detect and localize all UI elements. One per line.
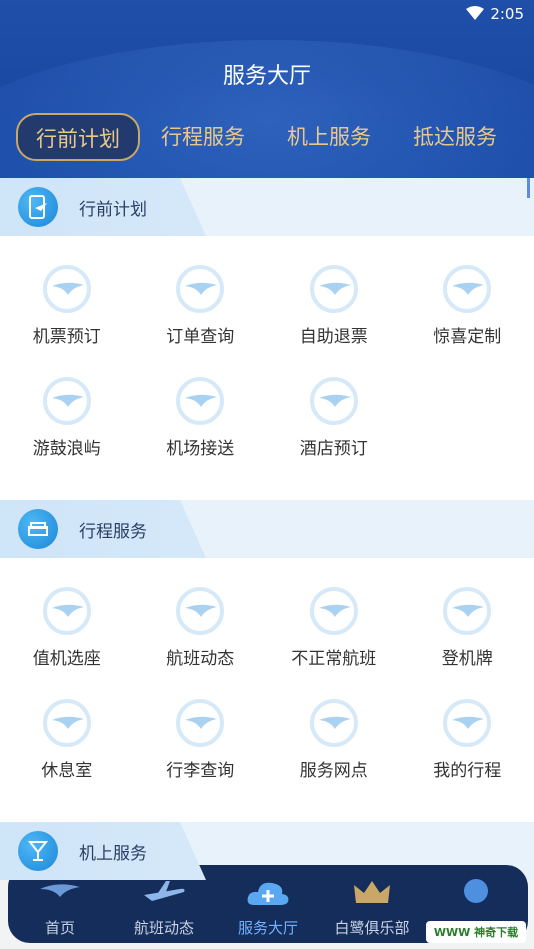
service-item-label: 登机牌 [441, 649, 493, 669]
service-item[interactable]: 行李查询 [134, 698, 268, 810]
service-item-label: 机场接送 [166, 439, 235, 459]
service-item[interactable]: 值机选座 [0, 586, 134, 698]
service-item[interactable]: 休息室 [0, 698, 134, 810]
service-item-label: 我的行程 [433, 761, 502, 781]
service-item[interactable]: 航班动态 [134, 586, 268, 698]
service-item[interactable]: 酒店预订 [267, 376, 401, 488]
egret-service-icon [42, 587, 91, 635]
service-item[interactable]: 机票预订 [0, 264, 134, 376]
service-item-label: 机票预订 [32, 327, 101, 347]
section-title: 机上服务 [79, 844, 147, 864]
egret-service-icon [176, 265, 225, 313]
egret-service-icon [443, 265, 492, 313]
tab-arrival[interactable]: 抵达服务 [392, 113, 518, 161]
watermark: WWW 神奇下载 [426, 921, 526, 943]
egret-service-icon [443, 699, 492, 747]
page-title: 服务大厅 [222, 64, 311, 89]
cloud-plus-icon [247, 882, 289, 905]
service-item[interactable]: 游鼓浪屿 [0, 376, 134, 488]
egret-service-icon [42, 699, 91, 747]
service-item[interactable]: 机场接送 [134, 376, 268, 488]
egret-service-icon [42, 265, 91, 313]
crown-icon [354, 881, 390, 903]
egret-logo-icon [40, 884, 80, 897]
section-title: 行前计划 [79, 200, 147, 220]
egret-service-icon [309, 265, 358, 313]
phone-plane-icon [18, 187, 58, 227]
nav-egret-club[interactable]: 白鹭俱乐部 [320, 865, 424, 943]
service-item-label: 游鼓浪屿 [32, 439, 101, 459]
tab-itinerary[interactable]: 行程服务 [140, 113, 266, 161]
egret-service-icon [176, 699, 225, 747]
section-header-pre-trip: 行前计划 [0, 178, 534, 236]
service-item[interactable]: 自助退票 [267, 264, 401, 376]
status-bar: 2:05 [0, 0, 534, 28]
airplane-icon [144, 881, 185, 901]
egret-service-icon [309, 377, 358, 425]
service-item-label: 订单查询 [166, 327, 235, 347]
service-item-label: 休息室 [41, 761, 93, 781]
service-grid: 机票预订 订单查询 自助退票 惊喜定制游鼓浪屿 机场接送 酒店预订 [0, 236, 534, 500]
tab-bar: 行前计划 行程服务 机上服务 抵达服务 [10, 112, 524, 162]
service-item[interactable]: 订单查询 [134, 264, 268, 376]
egret-service-icon [176, 587, 225, 635]
service-item-label: 不正常航班 [291, 649, 377, 669]
wifi-icon [466, 6, 484, 20]
service-item-label: 行李查询 [166, 761, 235, 781]
scrollbar[interactable] [527, 178, 530, 198]
section-header-itinerary: 行程服务 [0, 500, 534, 558]
service-item[interactable]: 登机牌 [401, 586, 534, 698]
egret-service-icon [309, 699, 358, 747]
egret-service-icon [309, 587, 358, 635]
service-content[interactable]: 行前计划 机票预订 订单查询 自助退票 惊喜定制游鼓浪屿 机场接送 酒店预订 行程服务 值… [0, 178, 534, 949]
service-item[interactable]: 服务网点 [267, 698, 401, 810]
service-item-label: 服务网点 [299, 761, 368, 781]
service-item-label: 惊喜定制 [433, 327, 502, 347]
service-item-label: 航班动态 [166, 649, 235, 669]
sofa-icon [18, 509, 58, 549]
status-time: 2:05 [490, 5, 524, 23]
profile-icon [464, 879, 488, 903]
cocktail-icon [18, 831, 58, 871]
service-item-label: 酒店预订 [299, 439, 368, 459]
egret-service-icon [42, 377, 91, 425]
tab-pre-trip[interactable]: 行前计划 [16, 113, 140, 161]
header: 2:05 服务大厅 行前计划 行程服务 机上服务 抵达服务 [0, 0, 534, 192]
nav-service-hall[interactable]: 服务大厅 [216, 865, 320, 943]
service-item-label: 自助退票 [299, 327, 368, 347]
egret-service-icon [443, 587, 492, 635]
service-grid: 值机选座 航班动态 不正常航班 登机牌休息室 行李查询 服务网点 我的行程 [0, 558, 534, 822]
service-item-label: 值机选座 [32, 649, 101, 669]
tab-onboard[interactable]: 机上服务 [266, 113, 392, 161]
service-item[interactable]: 不正常航班 [267, 586, 401, 698]
service-item[interactable]: 我的行程 [401, 698, 534, 810]
section-title: 行程服务 [79, 522, 147, 542]
service-item[interactable]: 惊喜定制 [401, 264, 534, 376]
egret-service-icon [176, 377, 225, 425]
